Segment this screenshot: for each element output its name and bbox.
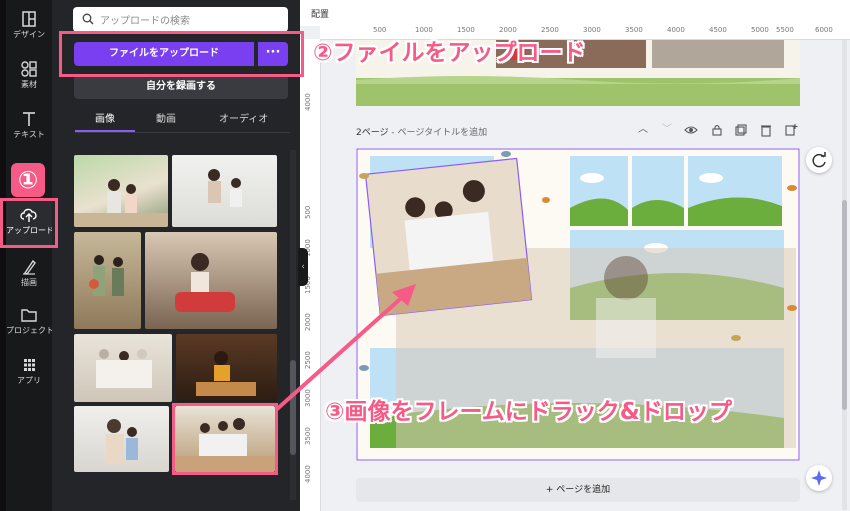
- delete-icon[interactable]: [759, 123, 773, 137]
- rail-label: 素材: [21, 80, 37, 89]
- ruler-tick: 3000: [583, 26, 601, 34]
- ruler-tick: 3500: [304, 427, 312, 445]
- position-label[interactable]: 配置: [311, 7, 329, 20]
- pen-icon: [23, 259, 36, 275]
- canvas-scrollbar-thumb[interactable]: [842, 200, 847, 410]
- uploaded-image-thumb[interactable]: [74, 334, 172, 402]
- photo-content: [96, 349, 152, 388]
- highlight-selected-photo: [172, 403, 278, 475]
- rail-item-elements[interactable]: 素材: [6, 54, 52, 102]
- ruler-tick: 4500: [709, 26, 727, 34]
- icon-rail: デザイン 素材 テキスト アップロード 描画 プロジェクト アプリ: [6, 0, 54, 511]
- photo-content: [175, 253, 235, 312]
- tab-images[interactable]: 画像: [95, 110, 115, 125]
- rail-label: デザイン: [13, 30, 45, 39]
- photo-content: [196, 351, 256, 396]
- sparkle-icon: [811, 470, 827, 486]
- rail-item-text[interactable]: テキスト: [6, 104, 52, 152]
- step-2-callout: ②ファイルをアップロード: [313, 40, 586, 66]
- active-tab-indicator: [75, 130, 135, 132]
- editor-topbar: [300, 0, 850, 26]
- rail-label: テキスト: [13, 130, 45, 139]
- move-up-icon[interactable]: ︿: [636, 123, 650, 137]
- highlight-upload-button: [59, 31, 304, 77]
- lock-icon[interactable]: [710, 123, 724, 137]
- photo-content: [208, 169, 242, 207]
- layout-icon: [22, 11, 36, 27]
- rail-item-design[interactable]: デザイン: [6, 4, 52, 52]
- rail-label: 描画: [21, 278, 37, 287]
- page-number: 2ページ: [356, 128, 389, 138]
- folder-icon: [21, 309, 37, 322]
- add-page-button[interactable]: + ページを追加: [356, 478, 800, 502]
- page-2-title[interactable]: 2ページ - ページタイトルを追加: [356, 125, 487, 138]
- rail-item-projects[interactable]: プロジェクト: [6, 300, 54, 348]
- refresh-icon: [812, 152, 826, 168]
- photo-content: [89, 255, 124, 296]
- highlight-upload-tab: [0, 198, 58, 248]
- record-yourself-button[interactable]: 自分を録画する: [74, 75, 288, 99]
- tab-videos[interactable]: 動画: [156, 110, 176, 125]
- uploaded-image-thumb[interactable]: [172, 155, 277, 227]
- uploaded-image-thumb[interactable]: [176, 334, 277, 402]
- ruler-tick: 5500: [776, 26, 794, 34]
- tab-audio[interactable]: オーディオ: [219, 110, 268, 125]
- rail-item-apps[interactable]: アプリ: [6, 350, 52, 398]
- ruler-tick: 5000: [751, 26, 769, 34]
- rail-label: アプリ: [17, 376, 41, 385]
- ruler-tick: 4000: [667, 26, 685, 34]
- photo-content: [106, 419, 138, 464]
- drag-arrow: [274, 284, 416, 412]
- add-page-icon[interactable]: [784, 123, 798, 137]
- page-title-hint: - ページタイトルを追加: [388, 128, 488, 138]
- step-1-badge: ①: [11, 163, 45, 197]
- apps-grid-icon: [24, 359, 35, 371]
- search-placeholder: アップロードの検索: [100, 16, 190, 27]
- ruler-tick: 500: [304, 205, 312, 219]
- tab-divider: [75, 132, 290, 133]
- ruler-tick: 6000: [815, 26, 833, 34]
- duplicate-icon[interactable]: [734, 123, 748, 137]
- ruler-tick: 4000: [304, 93, 312, 111]
- photo-content: [74, 179, 168, 227]
- search-icon: [82, 13, 94, 25]
- uploaded-image-thumb[interactable]: [74, 406, 169, 472]
- uploaded-image-thumb[interactable]: [74, 232, 141, 329]
- uploaded-image-thumb[interactable]: [74, 155, 168, 227]
- rail-label: プロジェクト: [6, 326, 54, 335]
- refresh-button[interactable]: [806, 147, 832, 173]
- ruler-tick: 3500: [625, 26, 643, 34]
- magic-assistant-button[interactable]: [806, 465, 832, 491]
- shapes-icon: [21, 61, 37, 77]
- uploaded-image-thumb[interactable]: [145, 232, 277, 329]
- ruler-tick: 4000: [304, 465, 312, 483]
- rail-item-draw[interactable]: 描画: [6, 252, 52, 300]
- move-down-icon[interactable]: ﹀: [660, 123, 674, 137]
- text-icon: [23, 112, 35, 126]
- hide-icon[interactable]: [684, 123, 698, 137]
